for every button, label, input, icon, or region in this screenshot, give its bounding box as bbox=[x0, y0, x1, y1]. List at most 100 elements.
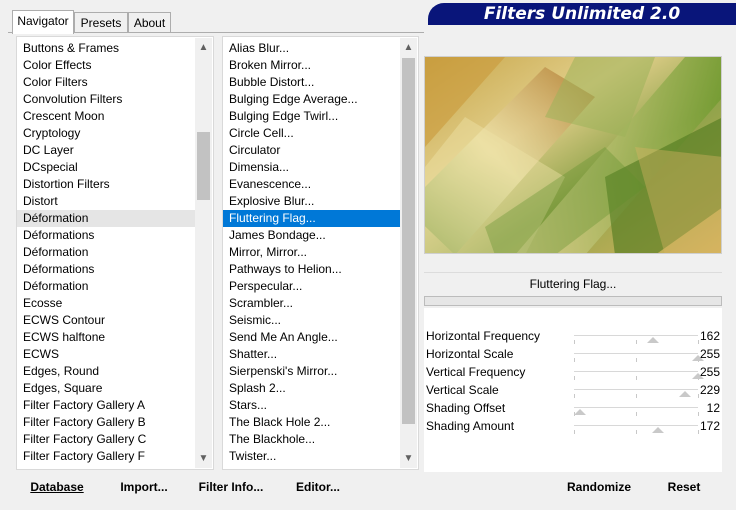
parameter-slider-track[interactable] bbox=[574, 389, 698, 390]
category-item[interactable]: Crescent Moon bbox=[17, 108, 195, 125]
category-item[interactable]: Filter Factory Gallery C bbox=[17, 431, 195, 448]
scroll-down-icon[interactable]: ▼ bbox=[195, 450, 212, 467]
database-button[interactable]: Database bbox=[16, 474, 98, 500]
category-item[interactable]: Déformations bbox=[17, 261, 195, 278]
filter-item[interactable]: The Black Hole 2... bbox=[223, 414, 401, 431]
filter-item[interactable]: James Bondage... bbox=[223, 227, 401, 244]
filter-item[interactable]: Circle Cell... bbox=[223, 125, 401, 142]
filter-scrollbar[interactable]: ▲ ▼ bbox=[400, 38, 417, 468]
filter-item[interactable]: Splash 2... bbox=[223, 380, 401, 397]
category-scrollbar[interactable]: ▲ ▼ bbox=[195, 38, 212, 468]
parameter-slider-thumb[interactable] bbox=[573, 409, 586, 415]
tab-presets[interactable]: Presets bbox=[74, 12, 128, 32]
category-items: Buttons & Frames Color Effects Color Filte… bbox=[17, 40, 195, 465]
category-item[interactable]: Color Filters bbox=[17, 74, 195, 91]
tab-presets-label: Presets bbox=[80, 16, 122, 30]
parameter-slider-thumb[interactable] bbox=[646, 337, 659, 343]
category-scroll-thumb[interactable] bbox=[197, 132, 210, 200]
import-button[interactable]: Import... bbox=[106, 474, 182, 500]
editor-button[interactable]: Editor... bbox=[286, 474, 350, 500]
filter-item[interactable]: Sierpenski's Mirror... bbox=[223, 363, 401, 380]
parameter-row: Vertical Scale 229 bbox=[424, 381, 722, 399]
parameter-label: Shading Offset bbox=[426, 401, 506, 415]
filter-item[interactable]: Perspecular... bbox=[223, 278, 401, 295]
category-item[interactable]: Cryptology bbox=[17, 125, 195, 142]
tab-about[interactable]: About bbox=[128, 12, 171, 32]
import-button-label: Import... bbox=[120, 480, 168, 494]
category-item[interactable]: Distortion Filters bbox=[17, 176, 195, 193]
current-filter-name: Fluttering Flag... bbox=[424, 272, 722, 295]
parameter-slider-track[interactable] bbox=[574, 371, 698, 372]
randomize-button[interactable]: Randomize bbox=[556, 474, 642, 500]
parameter-slider-track[interactable] bbox=[574, 335, 698, 336]
parameter-slider-track[interactable] bbox=[574, 353, 698, 354]
category-item[interactable]: Déformations bbox=[17, 227, 195, 244]
parameter-label: Shading Amount bbox=[426, 419, 515, 433]
filter-item[interactable]: Shatter... bbox=[223, 346, 401, 363]
slider-tick bbox=[698, 394, 699, 398]
filter-item[interactable]: Alias Blur... bbox=[223, 40, 401, 57]
filter-item[interactable]: Broken Mirror... bbox=[223, 57, 401, 74]
editor-button-label: Editor... bbox=[295, 480, 340, 494]
parameter-slider-thumb[interactable] bbox=[651, 427, 664, 433]
category-list[interactable]: Buttons & Frames Color Effects Color Filte… bbox=[16, 36, 214, 470]
category-item[interactable]: ECWS halftone bbox=[17, 329, 195, 346]
filter-item[interactable]: The Blackhole... bbox=[223, 431, 401, 448]
slider-tick bbox=[574, 358, 575, 362]
category-item[interactable]: Filter Factory Gallery B bbox=[17, 414, 195, 431]
scroll-up-icon[interactable]: ▲ bbox=[400, 39, 417, 56]
parameter-value: 12 bbox=[706, 401, 720, 415]
filter-item[interactable]: Explosive Blur... bbox=[223, 193, 401, 210]
category-item[interactable]: Déformation bbox=[17, 210, 195, 227]
tab-navigator-label: Navigator bbox=[17, 14, 69, 28]
parameter-slider-track[interactable] bbox=[574, 425, 698, 426]
filter-item[interactable]: Scrambler... bbox=[223, 295, 401, 312]
category-item[interactable]: Déformation bbox=[17, 278, 195, 295]
filter-item[interactable]: Bubble Distort... bbox=[223, 74, 401, 91]
slider-tick bbox=[698, 340, 699, 344]
filter-item[interactable]: Pathways to Helion... bbox=[223, 261, 401, 278]
database-button-label: Database bbox=[30, 480, 84, 494]
filter-item[interactable]: Twister... bbox=[223, 448, 401, 465]
filter-info-button[interactable]: Filter Info... bbox=[190, 474, 272, 500]
filter-item[interactable]: Send Me An Angle... bbox=[223, 329, 401, 346]
filter-item[interactable]: Stars... bbox=[223, 397, 401, 414]
parameter-row: Shading Amount 172 bbox=[424, 417, 722, 435]
filter-item[interactable]: Evanescence... bbox=[223, 176, 401, 193]
category-item[interactable]: Edges, Round bbox=[17, 363, 195, 380]
category-item[interactable]: Edges, Square bbox=[17, 380, 195, 397]
category-item[interactable]: ECWS bbox=[17, 346, 195, 363]
filter-item[interactable]: Fluttering Flag... bbox=[223, 210, 401, 227]
filter-item[interactable]: Circulator bbox=[223, 142, 401, 159]
filter-item[interactable]: Bulging Edge Average... bbox=[223, 91, 401, 108]
slider-tick bbox=[574, 340, 575, 344]
category-item[interactable]: Filter Factory Gallery F bbox=[17, 448, 195, 465]
category-item[interactable]: Ecosse bbox=[17, 295, 195, 312]
filter-item[interactable]: Seismic... bbox=[223, 312, 401, 329]
category-item[interactable]: Distort bbox=[17, 193, 195, 210]
category-item[interactable]: Convolution Filters bbox=[17, 91, 195, 108]
filter-info-button-label: Filter Info... bbox=[198, 480, 264, 494]
filter-item[interactable]: Mirror, Mirror... bbox=[223, 244, 401, 261]
parameter-label: Vertical Scale bbox=[426, 383, 499, 397]
category-item[interactable]: ECWS Contour bbox=[17, 312, 195, 329]
category-item[interactable]: Filter Factory Gallery A bbox=[17, 397, 195, 414]
scroll-up-icon[interactable]: ▲ bbox=[195, 39, 212, 56]
category-item[interactable]: Color Effects bbox=[17, 57, 195, 74]
filter-items: Alias Blur... Broken Mirror... Bubble Dist… bbox=[223, 40, 401, 465]
category-item[interactable]: Buttons & Frames bbox=[17, 40, 195, 57]
category-item[interactable]: Déformation bbox=[17, 244, 195, 261]
parameter-slider-thumb[interactable] bbox=[679, 391, 692, 397]
category-item[interactable]: DCspecial bbox=[17, 159, 195, 176]
parameter-value: 255 bbox=[699, 365, 720, 379]
reset-button[interactable]: Reset bbox=[656, 474, 712, 500]
scroll-down-icon[interactable]: ▼ bbox=[400, 450, 417, 467]
parameter-slider-track[interactable] bbox=[574, 407, 698, 408]
tab-about-label: About bbox=[133, 16, 166, 30]
filter-item[interactable]: Bulging Edge Twirl... bbox=[223, 108, 401, 125]
filter-list[interactable]: Alias Blur... Broken Mirror... Bubble Dist… bbox=[222, 36, 419, 470]
filter-item[interactable]: Dimensia... bbox=[223, 159, 401, 176]
filter-scroll-thumb[interactable] bbox=[402, 58, 415, 424]
category-item[interactable]: DC Layer bbox=[17, 142, 195, 159]
tab-navigator[interactable]: Navigator bbox=[12, 10, 74, 34]
